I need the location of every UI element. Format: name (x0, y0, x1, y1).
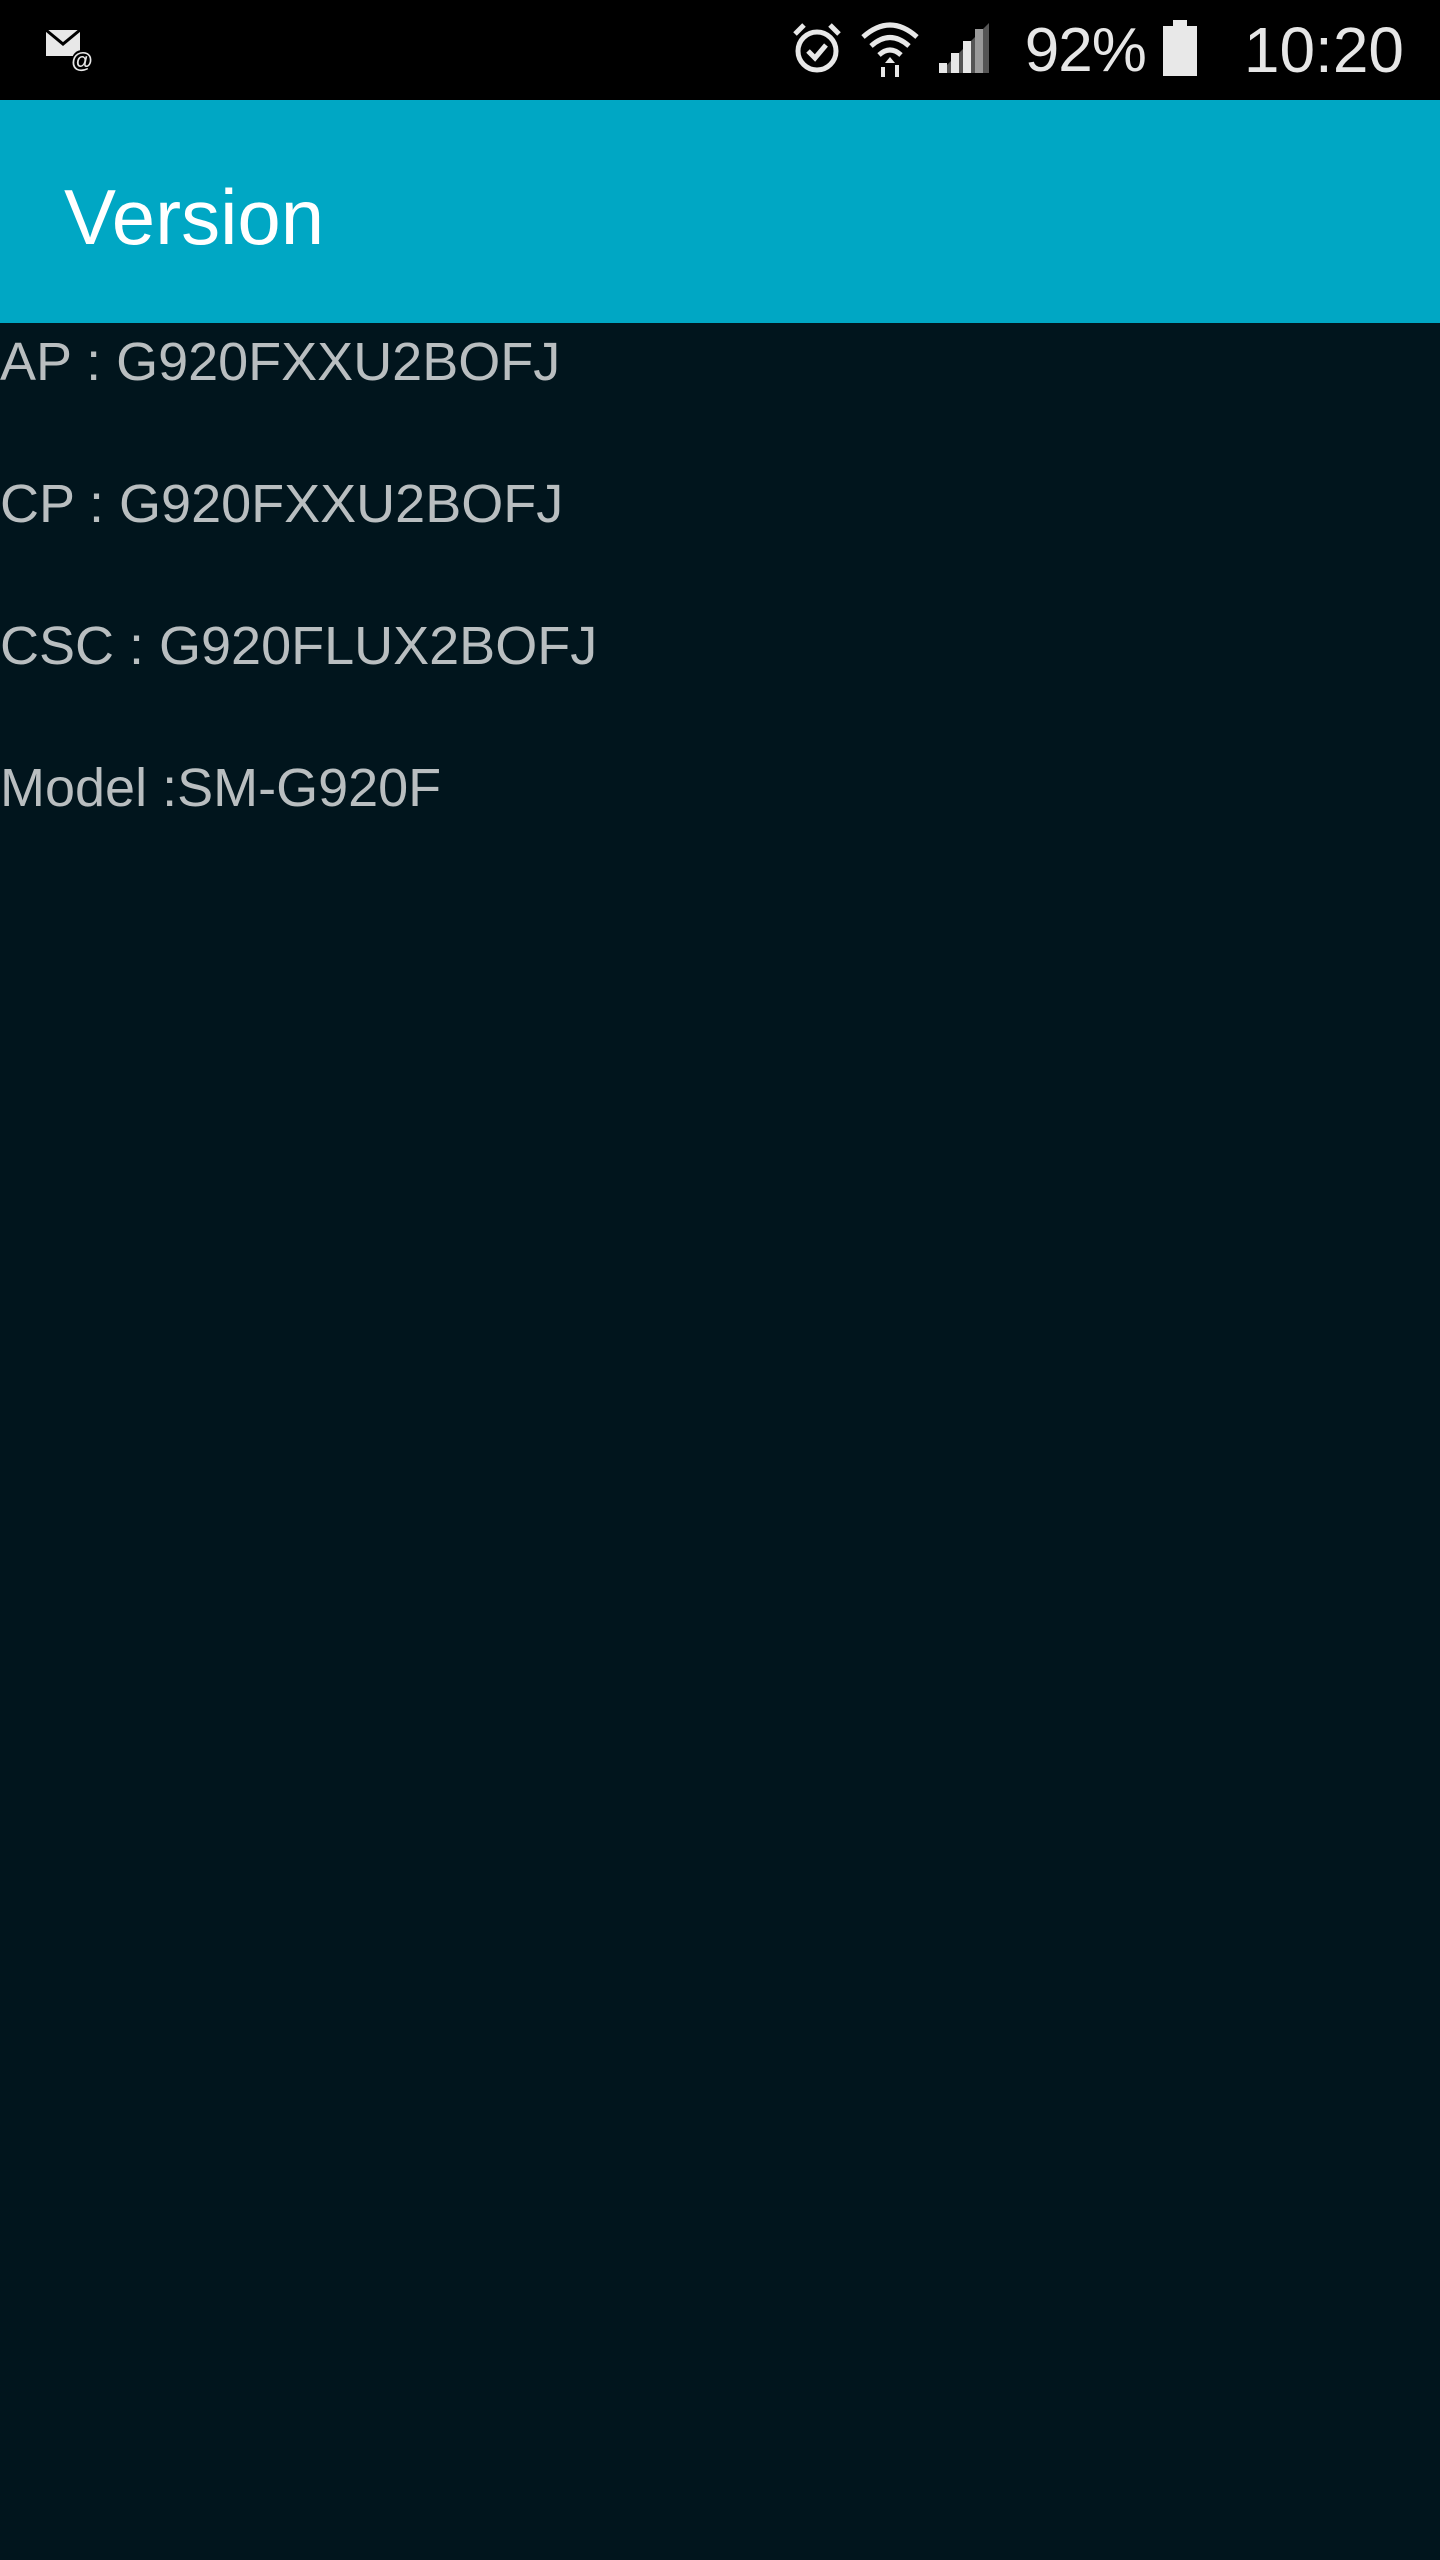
cp-version: CP : G920FXXU2BOFJ (0, 474, 564, 534)
page-title: Version (64, 173, 325, 261)
ap-version: AP : G920FXXU2BOFJ (0, 332, 561, 392)
svg-text:@: @ (71, 48, 92, 72)
email-at-icon: @ (44, 26, 96, 73)
wifi-icon (859, 17, 921, 84)
cellular-signal-icon (935, 19, 993, 82)
alarm-icon (789, 20, 845, 81)
screen: @ 92% 10:20 Version AP: G920FXXU2BOFJ C… (0, 0, 1440, 2560)
status-icons: 92% 10:20 (789, 0, 1404, 100)
csc-version: CSC : G920FLUX2BOFJ (0, 616, 598, 676)
status-bar: @ 92% 10:20 (0, 0, 1440, 100)
clock: 10:20 (1243, 14, 1404, 86)
app-bar: Version (0, 100, 1440, 323)
battery-percent: 92% (1024, 15, 1147, 85)
model-number: Model :SM-G920F (0, 758, 442, 818)
battery-icon (1160, 18, 1200, 83)
